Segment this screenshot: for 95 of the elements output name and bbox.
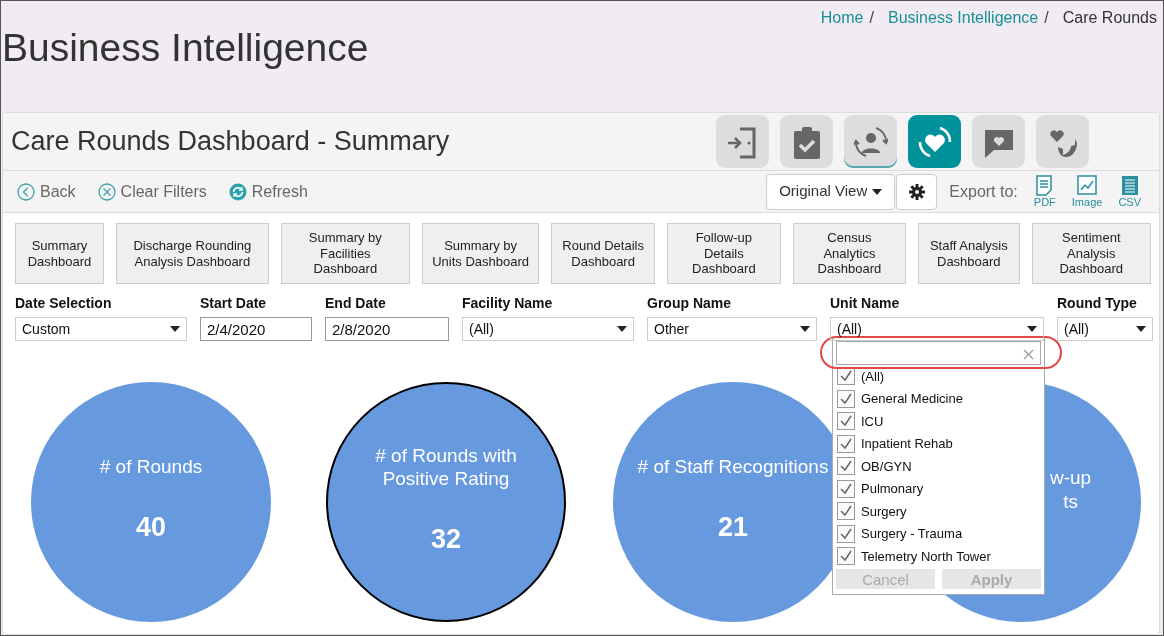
- checkbox[interactable]: [837, 434, 855, 453]
- check-icon: [840, 482, 852, 495]
- metric-label: ts: [1062, 489, 1079, 514]
- check-icon: [840, 437, 852, 450]
- checkbox[interactable]: [837, 412, 855, 431]
- heart-cycle-icon: [917, 124, 952, 159]
- dashboard-tab[interactable]: [1036, 115, 1089, 168]
- dashboard-tab[interactable]: [908, 115, 961, 168]
- breadcrumb-separator: /: [869, 8, 874, 28]
- metric-label: w-up: [1050, 465, 1092, 490]
- filter-label: Group Name: [647, 294, 732, 313]
- export-label: Export to:: [949, 181, 1018, 202]
- dashboard-button[interactable]: Summary by Facilities Dashboard: [280, 223, 410, 284]
- metric-label: Positive Rating: [381, 467, 511, 491]
- breadcrumb-current: Care Rounds: [1062, 8, 1157, 28]
- date-field[interactable]: 2/4/2020: [200, 317, 312, 341]
- check-icon: [840, 415, 852, 428]
- dashboard-button[interactable]: Census Analytics Dashboard: [792, 223, 907, 284]
- dashboard-button[interactable]: Staff Analysis Dashboard: [918, 223, 1020, 284]
- filter-label: End Date: [325, 294, 387, 313]
- date-field[interactable]: 2/8/2020: [325, 317, 449, 341]
- check-icon: [840, 527, 852, 540]
- line-chart-icon: [1077, 174, 1098, 196]
- dashboard-button[interactable]: Round Details Dashboard: [551, 223, 655, 284]
- check-icon: [840, 505, 852, 518]
- caret-icon: [800, 326, 810, 332]
- filter-label: Round Type: [1057, 294, 1138, 313]
- dashboard-tab[interactable]: [780, 115, 833, 168]
- metric-value: 32: [430, 523, 461, 556]
- table-icon: [1119, 174, 1140, 196]
- caret-icon: [1027, 326, 1037, 332]
- search-field[interactable]: [836, 341, 1041, 365]
- metric-label: # of Rounds with: [375, 443, 517, 468]
- caret-icon: [617, 326, 627, 332]
- check-icon: [840, 460, 852, 473]
- dashboard-tab[interactable]: [716, 115, 769, 168]
- export-button[interactable]: CSV: [1118, 174, 1141, 209]
- filter-label: Start Date: [200, 294, 268, 313]
- dashboard-button[interactable]: Follow-up Details Dashboard: [666, 223, 781, 284]
- checkbox[interactable]: [837, 524, 855, 543]
- clear-icon: [97, 182, 116, 201]
- option-label: Telemetry North Tower: [861, 547, 991, 566]
- check-icon: [840, 370, 852, 383]
- option-label: Pulmonary: [861, 480, 924, 498]
- document-icon: [1034, 174, 1055, 196]
- caret-icon: [872, 188, 883, 195]
- refresh-icon: [228, 182, 247, 201]
- breadcrumb-separator: /: [1044, 8, 1049, 28]
- checkbox[interactable]: [837, 502, 855, 521]
- toolbar-link[interactable]: Clear Filters: [97, 179, 207, 204]
- filter-label: Unit Name: [830, 294, 901, 313]
- dashboard-button[interactable]: Discharge Rounding Analysis Dashboard: [116, 223, 269, 284]
- close-icon: [1023, 349, 1034, 361]
- option-label: Surgery: [861, 502, 907, 521]
- caret-icon: [170, 326, 180, 332]
- checkbox[interactable]: [837, 547, 855, 566]
- option-label: Surgery - Trauma: [861, 525, 963, 543]
- option-label: ICU: [861, 412, 884, 431]
- page-title: Business Intelligence: [2, 28, 370, 67]
- export-button[interactable]: PDF: [1033, 174, 1056, 209]
- option-label: OB/GYN: [861, 457, 912, 476]
- metric-label: # of Rounds: [99, 455, 203, 480]
- checkbox[interactable]: [837, 389, 855, 408]
- select-field[interactable]: (All): [830, 317, 1044, 341]
- check-icon: [840, 550, 852, 563]
- select-field[interactable]: (All): [1057, 317, 1153, 341]
- caret-icon: [1136, 326, 1146, 332]
- export-button[interactable]: Image: [1071, 174, 1103, 209]
- dashboard-button[interactable]: Sentiment Analysis Dashboard: [1031, 223, 1151, 284]
- dashboard-title: Care Rounds Dashboard - Summary: [11, 125, 450, 158]
- check-icon: [840, 392, 852, 405]
- settings-button[interactable]: [896, 173, 938, 210]
- back-icon: [17, 182, 35, 201]
- dashboard-tab[interactable]: [972, 115, 1025, 168]
- metric-label: # of Staff Recognitions: [637, 455, 829, 480]
- option-label: Inpatient Rehab: [861, 435, 953, 453]
- settings-icon: [908, 183, 925, 200]
- option-label: (All): [861, 367, 885, 386]
- toolbar-link[interactable]: Refresh: [228, 179, 308, 204]
- checkbox[interactable]: [837, 457, 855, 476]
- filter-label: Date Selection: [15, 294, 113, 313]
- dashboard-button[interactable]: Summary Dashboard: [15, 223, 104, 284]
- person-cycle-icon: [853, 124, 888, 159]
- option-label: General Medicine: [861, 390, 963, 408]
- dashboard-tab[interactable]: [844, 115, 897, 168]
- metric-value: 21: [717, 511, 748, 545]
- metric-value: 40: [135, 511, 166, 545]
- dashboard-button[interactable]: Summary by Units Dashboard: [421, 223, 540, 284]
- select-field[interactable]: Custom: [15, 317, 187, 341]
- view-select[interactable]: Original View: [766, 173, 896, 210]
- filter-label: Facility Name: [462, 294, 554, 313]
- toolbar-link[interactable]: Back: [17, 179, 76, 204]
- select-field[interactable]: Other: [647, 317, 817, 341]
- checkbox[interactable]: [837, 479, 855, 498]
- select-field[interactable]: (All): [462, 317, 634, 341]
